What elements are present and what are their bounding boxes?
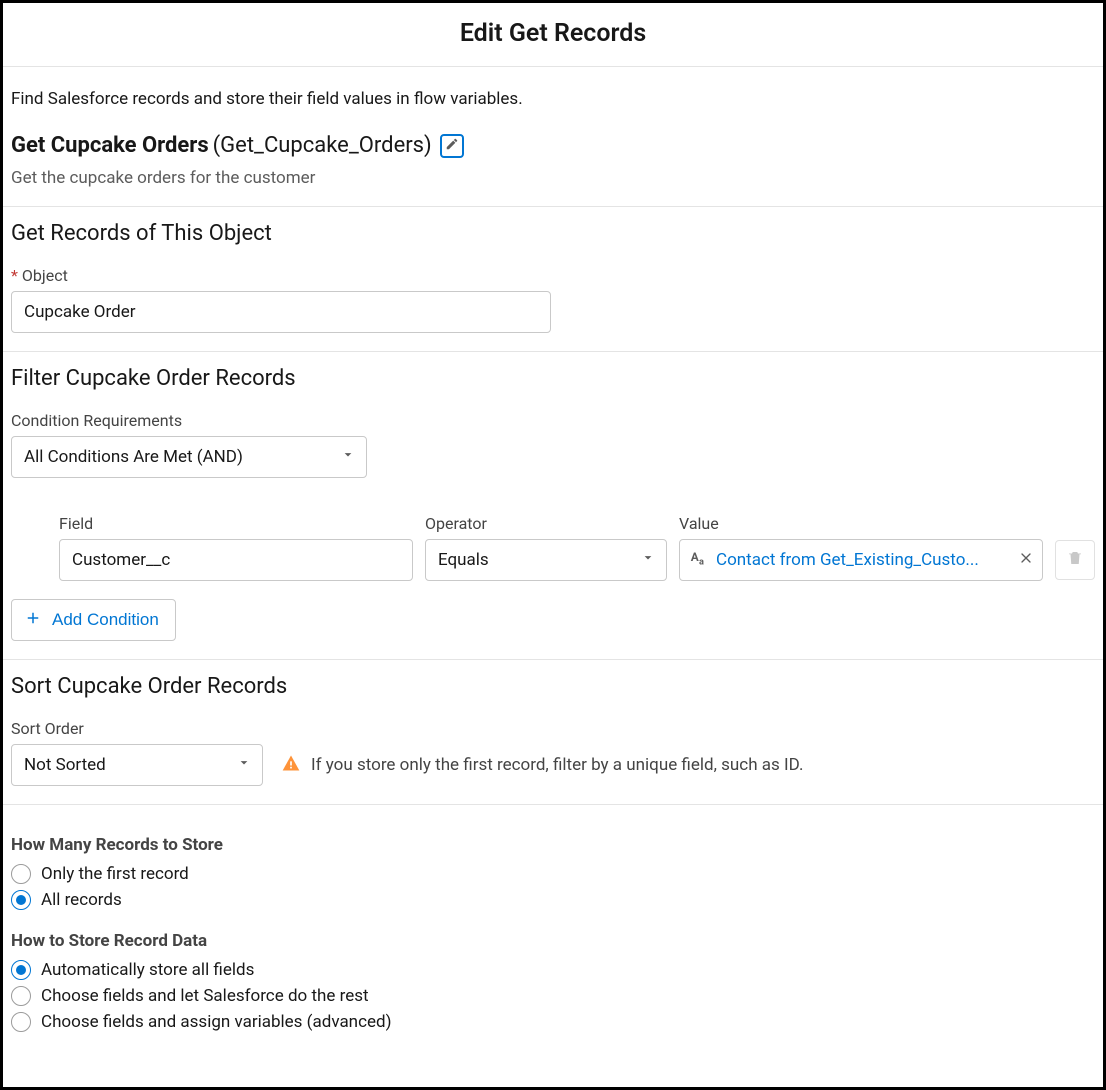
condition-field-label: Field	[59, 514, 413, 533]
object-input[interactable]: Cupcake Order	[11, 291, 551, 333]
radio-icon	[11, 864, 31, 884]
object-field-label: *Object	[11, 266, 1095, 285]
modal-title: Edit Get Records	[3, 3, 1103, 67]
condition-value-label: Value	[679, 514, 1043, 533]
condition-operator-value: Equals	[438, 550, 489, 570]
object-section-heading: Get Records of This Object	[11, 221, 1095, 246]
how-store-heading: How to Store Record Data	[11, 931, 1095, 951]
sort-order-select[interactable]: Not Sorted	[11, 744, 263, 786]
how-many-option-first-label: Only the first record	[41, 864, 189, 884]
modal-description: Find Salesforce records and store their …	[11, 89, 1095, 109]
store-section: How Many Records to Store Only the first…	[3, 805, 1103, 1045]
edit-label-button[interactable]	[440, 134, 464, 158]
filter-section-heading: Filter Cupcake Order Records	[11, 366, 1095, 391]
condition-row: Field Customer__c Operator Equals Value	[11, 514, 1095, 581]
trash-icon	[1066, 549, 1084, 571]
sort-warning: If you store only the first record, filt…	[281, 753, 803, 777]
element-label: Get Cupcake Orders	[11, 133, 209, 158]
how-store-option-advanced[interactable]: Choose fields and assign variables (adva…	[11, 1009, 1095, 1035]
condition-field-value: Customer__c	[72, 550, 170, 570]
condition-requirements-value: All Conditions Are Met (AND)	[24, 447, 243, 467]
object-section: Get Records of This Object *Object Cupca…	[3, 207, 1103, 352]
element-api-name: (Get_Cupcake_Orders)	[213, 133, 432, 158]
plus-icon	[24, 609, 42, 632]
edit-get-records-modal: Edit Get Records Find Salesforce records…	[0, 0, 1106, 1090]
radio-icon	[11, 960, 31, 980]
warning-icon	[281, 753, 301, 777]
text-resource-icon: Aa	[688, 547, 710, 573]
sort-section-heading: Sort Cupcake Order Records	[11, 674, 1095, 699]
element-description: Get the cupcake orders for the customer	[11, 168, 1095, 188]
how-store-option-choose-label: Choose fields and let Salesforce do the …	[41, 986, 369, 1006]
sort-section: Sort Cupcake Order Records Sort Order No…	[3, 660, 1103, 805]
condition-operator-select[interactable]: Equals	[425, 539, 667, 581]
how-store-option-advanced-label: Choose fields and assign variables (adva…	[41, 1012, 392, 1032]
delete-condition-button[interactable]	[1055, 540, 1095, 580]
how-many-option-all[interactable]: All records	[11, 887, 1095, 913]
how-many-option-all-label: All records	[41, 890, 122, 910]
intro-section: Find Salesforce records and store their …	[3, 67, 1103, 207]
condition-operator-label: Operator	[425, 514, 667, 533]
filter-section: Filter Cupcake Order Records Condition R…	[3, 352, 1103, 660]
how-many-heading: How Many Records to Store	[11, 835, 1095, 855]
radio-icon	[11, 890, 31, 910]
chevron-down-icon	[640, 550, 656, 571]
sort-warning-text: If you store only the first record, filt…	[311, 755, 803, 775]
element-title-row: Get Cupcake Orders (Get_Cupcake_Orders)	[11, 133, 1095, 158]
condition-field-input[interactable]: Customer__c	[59, 539, 413, 581]
object-input-value: Cupcake Order	[24, 302, 135, 322]
radio-icon	[11, 986, 31, 1006]
condition-requirements-label: Condition Requirements	[11, 411, 1095, 430]
condition-value-text: Contact from Get_Existing_Custo...	[716, 550, 979, 570]
sort-order-value: Not Sorted	[24, 755, 106, 775]
pencil-icon	[445, 136, 459, 155]
add-condition-label: Add Condition	[52, 610, 159, 630]
chevron-down-icon	[340, 447, 356, 468]
how-store-option-auto[interactable]: Automatically store all fields	[11, 957, 1095, 983]
how-store-option-choose[interactable]: Choose fields and let Salesforce do the …	[11, 983, 1095, 1009]
radio-icon	[11, 1012, 31, 1032]
condition-requirements-select[interactable]: All Conditions Are Met (AND)	[11, 436, 367, 478]
add-condition-button[interactable]: Add Condition	[11, 599, 176, 641]
chevron-down-icon	[236, 755, 252, 776]
how-store-option-auto-label: Automatically store all fields	[41, 960, 254, 980]
required-star: *	[11, 266, 18, 285]
how-many-option-first[interactable]: Only the first record	[11, 861, 1095, 887]
svg-text:A: A	[691, 550, 699, 564]
svg-text:a: a	[699, 557, 704, 567]
condition-value-input[interactable]: Aa Contact from Get_Existing_Custo...	[679, 539, 1043, 581]
clear-value-button[interactable]	[1018, 550, 1034, 570]
sort-order-label: Sort Order	[11, 719, 1095, 738]
